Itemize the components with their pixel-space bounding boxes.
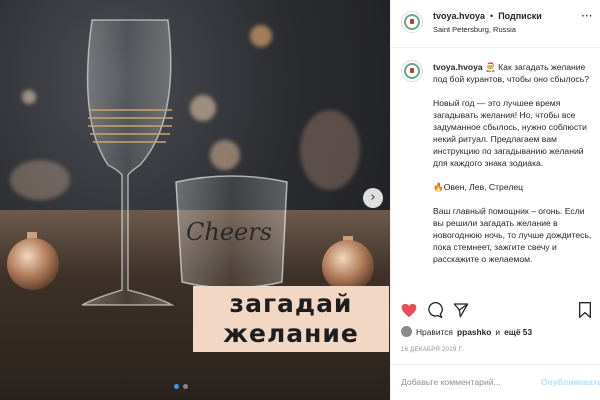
likes-count[interactable]: ещё 53	[504, 327, 532, 337]
heart-icon[interactable]	[401, 302, 417, 318]
comment-input[interactable]: Добавьте комментарий...	[401, 377, 501, 387]
carousel-dot-active	[174, 384, 179, 389]
follow-button[interactable]: Подписки	[498, 11, 542, 21]
caption-username[interactable]: tvoya.hvoya	[433, 62, 483, 72]
ornament-ball	[7, 238, 59, 290]
post-caption: tvoya.hvoya 🧑‍🎄 Как загадать желание под…	[433, 61, 593, 277]
caption-body: tvoya.hvoya 🧑‍🎄 Как загадать желание под…	[391, 48, 600, 292]
comment-icon[interactable]	[427, 302, 443, 318]
ornament-ball	[322, 240, 374, 292]
photo-caption-box: загадай желание	[193, 286, 389, 352]
action-bar	[391, 300, 600, 326]
location-link[interactable]: Saint Petersburg, Russia	[433, 25, 516, 34]
wine-glass	[81, 19, 175, 306]
publish-button[interactable]: Опубликовать	[541, 377, 600, 387]
share-icon[interactable]	[453, 302, 469, 318]
post-photo[interactable]: Cheers загадай желание ›	[0, 0, 390, 400]
post-side-panel: tvoya.hvoya • Подписки Saint Petersburg,…	[390, 0, 600, 400]
caption-paragraph: Ваш главный помощник – огонь. Если вы ре…	[433, 206, 592, 264]
liker-avatar	[401, 326, 412, 337]
header-separator: •	[490, 11, 494, 21]
post-date[interactable]: 16 ДЕКАБРЯ 2019 Г.	[401, 347, 463, 353]
avatar[interactable]	[401, 60, 423, 82]
header-username[interactable]: tvoya.hvoya	[433, 11, 485, 21]
caption-line-1: загадай	[229, 289, 353, 318]
caption-line-2: желание	[223, 319, 359, 348]
caption-paragraph: 🔥Овен, Лев, Стрелец	[433, 182, 524, 192]
likes-middle: и	[495, 326, 501, 337]
carousel-dots	[174, 384, 188, 389]
glass-cheers-text: Cheers	[186, 218, 272, 246]
avatar[interactable]	[401, 11, 423, 33]
next-slide-button[interactable]: ›	[363, 188, 383, 208]
liker-username[interactable]: ppashko	[457, 327, 491, 337]
post-header: tvoya.hvoya • Подписки Saint Petersburg,…	[391, 0, 600, 48]
caption-paragraph: Новый год — это лучшее время загадывать …	[433, 98, 587, 168]
likes-line: Нравится ppashko и ещё 53	[401, 326, 532, 337]
carousel-dot	[183, 384, 188, 389]
bookmark-icon[interactable]	[577, 302, 593, 318]
more-options-icon[interactable]: ···	[581, 9, 592, 23]
comment-bar: Добавьте комментарий... Опубликовать	[391, 364, 600, 400]
likes-prefix: Нравится	[416, 326, 453, 337]
